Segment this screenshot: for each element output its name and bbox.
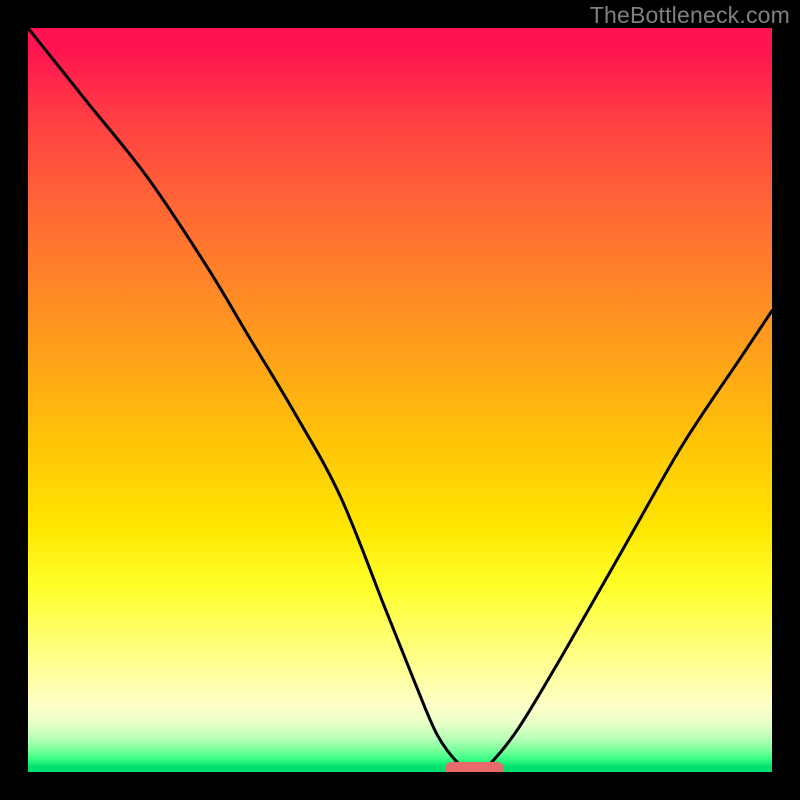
bottleneck-curve — [28, 28, 772, 772]
plot-area — [28, 28, 772, 772]
optimum-marker — [445, 762, 505, 772]
curve-path — [28, 28, 772, 772]
chart-frame: TheBottleneck.com — [0, 0, 800, 800]
watermark-text: TheBottleneck.com — [590, 2, 790, 29]
